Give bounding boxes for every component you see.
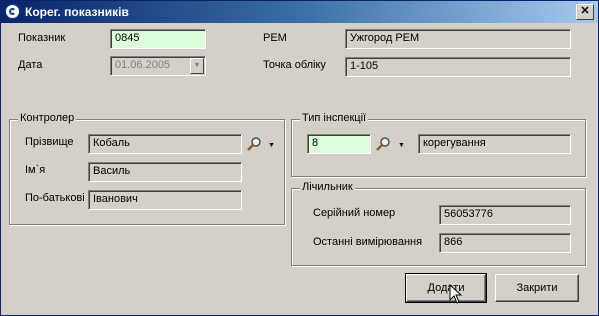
rem-field: Ужгород РЕМ	[345, 29, 571, 49]
kontroler-legend: Контролер	[18, 112, 77, 124]
inspection-type-field: корегування	[418, 134, 571, 154]
meter-legend: Лічильник	[300, 181, 355, 193]
pokaznyk-label: Показник	[18, 32, 66, 44]
app-icon	[5, 4, 20, 19]
dialog-window: Корег. показників ✕ Показник 0845 Дата 0…	[0, 0, 599, 316]
tochka-field: 1-105	[345, 57, 571, 77]
pokaznyk-input[interactable]: 0845	[110, 29, 206, 49]
meter-group: Лічильник	[291, 181, 586, 266]
chevron-down-icon[interactable]: ▼	[268, 142, 275, 149]
last-measurement-label: Останні вимірювання	[313, 236, 423, 248]
tochka-label: Точка обліку	[263, 59, 326, 71]
last-measurement-field: 866	[439, 233, 571, 253]
name-field: Василь	[88, 162, 242, 182]
close-button[interactable]: Закрити	[495, 274, 579, 302]
patronymic-field: Іванович	[88, 190, 242, 210]
serial-label: Серійний номер	[313, 207, 396, 219]
close-icon[interactable]: ✕	[576, 4, 594, 20]
add-button[interactable]: Додати	[405, 273, 487, 303]
window-title: Корег. показників	[25, 5, 129, 19]
inspection-legend: Тип інспекції	[300, 112, 369, 124]
surname-field: Кобаль	[88, 134, 242, 154]
name-label: Ім`я	[25, 164, 46, 176]
serial-field: 56053776	[439, 205, 571, 225]
surname-label: Прізвище	[25, 136, 74, 148]
chevron-down-icon[interactable]: ▼	[190, 58, 204, 74]
data-label: Дата	[18, 59, 43, 71]
inspection-code-input[interactable]: 8	[307, 134, 371, 154]
rem-label: РЕМ	[263, 32, 287, 44]
search-icon[interactable]	[246, 136, 262, 152]
search-icon[interactable]	[375, 136, 391, 152]
mouse-cursor-icon	[449, 284, 463, 304]
patronymic-label: По-батькові	[25, 192, 85, 204]
chevron-down-icon[interactable]: ▼	[398, 142, 405, 149]
title-bar[interactable]: Корег. показників ✕	[1, 1, 598, 23]
date-value: 01.06.2005	[115, 59, 171, 71]
